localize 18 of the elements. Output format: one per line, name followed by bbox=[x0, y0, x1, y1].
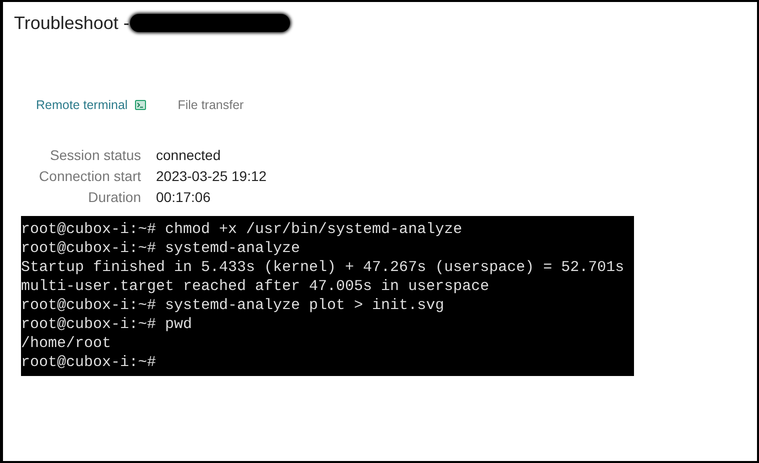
terminal-line: Startup finished in 5.433s (kernel) + 47.267s (userspace) = 52.701s bbox=[21, 258, 624, 277]
page-title: Troubleshoot - bbox=[14, 12, 130, 34]
terminal-line: /home/root bbox=[21, 334, 112, 353]
field-value: connected bbox=[156, 147, 222, 163]
terminal-line: multi-user.target reached after 47.005s in userspace bbox=[21, 277, 490, 296]
terminal-line: root@cubox-i:~# pwd bbox=[21, 315, 192, 334]
tab[interactable]: File transfer bbox=[178, 98, 244, 112]
terminal-line: root@cubox-i:~# bbox=[21, 353, 156, 372]
field-value: 2023-03-25 19:12 bbox=[156, 168, 267, 184]
terminal[interactable] bbox=[21, 216, 634, 376]
field-label: Session status bbox=[48, 147, 141, 163]
field-value: 00:17:06 bbox=[156, 189, 212, 205]
terminal-line: root@cubox-i:~# systemd-analyze plot > init.svg bbox=[21, 296, 444, 315]
terminal-line: root@cubox-i:~# chmod +x /usr/bin/systemd-analyze bbox=[21, 220, 462, 239]
field-label: Connection start bbox=[38, 168, 141, 184]
tab[interactable]: Remote terminal bbox=[36, 98, 146, 112]
terminal-line: root@cubox-i:~# systemd-analyze bbox=[21, 239, 300, 258]
field-label: Duration bbox=[87, 189, 141, 205]
